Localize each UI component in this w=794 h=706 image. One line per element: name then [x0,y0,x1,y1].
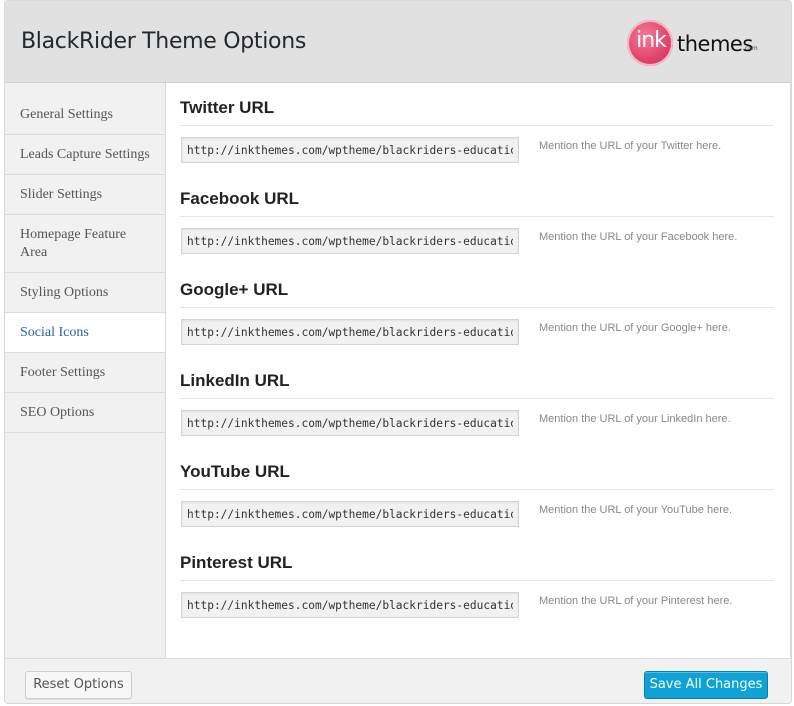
field-label: Twitter URL [180,99,774,126]
theme-options-panel: BlackRider Theme Options ink themes .com… [4,0,792,704]
facebook-url-input[interactable] [181,228,519,254]
logo-com-text: .com [743,45,758,52]
linkedin-url-input[interactable] [181,410,519,436]
sidebar-item-slider-settings[interactable]: Slider Settings [5,175,165,215]
field-description: Mention the URL of your Google+ here. [539,322,731,334]
field-description: Mention the URL of your YouTube here. [539,504,733,516]
googleplus-url-input[interactable] [181,319,519,345]
pinterest-url-field: Pinterest URL Mention the URL of your Pi… [180,554,774,621]
page-title: BlackRider Theme Options [21,29,307,54]
field-label: Google+ URL [180,281,774,308]
sidebar-menu: General Settings Leads Capture Settings … [5,83,165,433]
field-label: YouTube URL [180,463,774,490]
field-description: Mention the URL of your Twitter here. [539,140,722,152]
googleplus-url-field: Google+ URL Mention the URL of your Goog… [180,281,774,348]
sidebar: General Settings Leads Capture Settings … [5,83,166,658]
logo-ink-text: ink [636,28,667,53]
header: BlackRider Theme Options ink themes .com [5,1,791,83]
youtube-url-field: YouTube URL Mention the URL of your YouT… [180,463,774,530]
sidebar-item-styling-options[interactable]: Styling Options [5,273,165,313]
field-label: Facebook URL [180,190,774,217]
field-description: Mention the URL of your LinkedIn here. [539,413,731,425]
field-label: LinkedIn URL [180,372,774,399]
field-label: Pinterest URL [180,554,774,581]
facebook-url-field: Facebook URL Mention the URL of your Fac… [180,190,774,257]
field-description: Mention the URL of your Facebook here. [539,231,738,243]
reset-options-button[interactable]: Reset Options [25,671,132,699]
linkedin-url-field: LinkedIn URL Mention the URL of your Lin… [180,372,774,439]
sidebar-item-social-icons[interactable]: Social Icons [5,313,165,353]
sidebar-item-footer-settings[interactable]: Footer Settings [5,353,165,393]
youtube-url-input[interactable] [181,501,519,527]
inkthemes-logo: ink themes .com [627,20,777,68]
footer-bar: Reset Options Save All Changes [5,658,791,703]
logo-themes-text: themes [677,32,753,56]
sidebar-item-general-settings[interactable]: General Settings [5,95,165,135]
sidebar-item-leads-capture-settings[interactable]: Leads Capture Settings [5,135,165,175]
field-description: Mention the URL of your Pinterest here. [539,595,733,607]
pinterest-url-input[interactable] [181,592,519,618]
sidebar-item-seo-options[interactable]: SEO Options [5,393,165,433]
twitter-url-input[interactable] [181,137,519,163]
save-all-changes-button[interactable]: Save All Changes [644,671,768,699]
sidebar-item-homepage-feature-area[interactable]: Homepage Feature Area [5,215,165,273]
settings-content: Twitter URL Mention the URL of your Twit… [166,83,791,658]
twitter-url-field: Twitter URL Mention the URL of your Twit… [180,99,774,166]
